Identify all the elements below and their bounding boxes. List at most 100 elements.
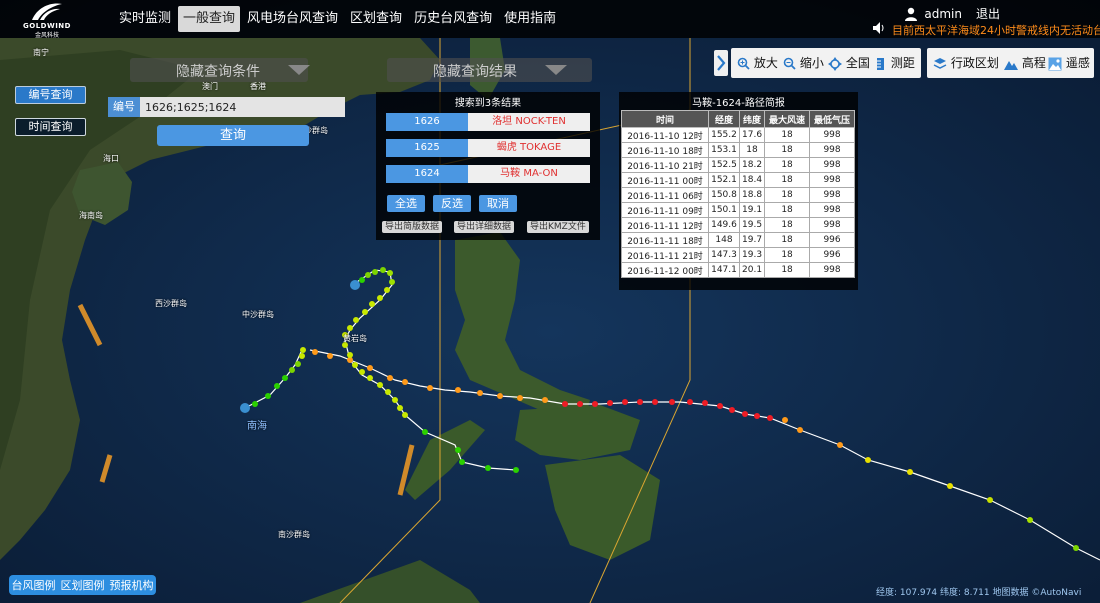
track-point[interactable] [622, 399, 628, 405]
track-point[interactable] [359, 369, 365, 375]
track-point[interactable] [295, 361, 301, 367]
track-point[interactable] [353, 317, 359, 323]
track-point[interactable] [252, 401, 258, 407]
result-item[interactable]: 1625 蝎虎 TOKAGE [386, 139, 590, 157]
full-extent-tool[interactable]: 全国 [828, 54, 870, 72]
cancel-select-button[interactable]: 取消 [479, 195, 517, 212]
track-point[interactable] [687, 399, 693, 405]
track-point[interactable] [669, 399, 675, 405]
track-point[interactable] [729, 407, 735, 413]
track-point[interactable] [384, 287, 390, 293]
track-point[interactable] [402, 412, 408, 418]
typhoon-legend-button[interactable]: 台风图例 [12, 577, 56, 593]
elevation-tool[interactable]: 高程 [1004, 54, 1046, 72]
track-point[interactable] [265, 393, 271, 399]
track-point[interactable] [542, 397, 548, 403]
track-point[interactable] [427, 385, 433, 391]
hide-results-toggle[interactable]: 隐藏查询结果 [387, 58, 592, 82]
track-point[interactable] [754, 413, 760, 419]
export-simple-button[interactable]: 导出简版数据 [382, 221, 443, 233]
track-point[interactable] [1027, 517, 1033, 523]
track-point[interactable] [300, 347, 306, 353]
invert-select-button[interactable]: 反选 [433, 195, 471, 212]
track-point[interactable] [1073, 545, 1079, 551]
track-point[interactable] [455, 387, 461, 393]
export-detail-button[interactable]: 导出详细数据 [454, 221, 515, 233]
track-point[interactable] [289, 367, 295, 373]
track-point[interactable] [513, 467, 519, 473]
track-point[interactable] [362, 309, 368, 315]
track-point[interactable] [369, 301, 375, 307]
track-point[interactable] [327, 353, 333, 359]
nav-realtime[interactable]: 实时监测 [114, 6, 176, 32]
track-point[interactable] [377, 382, 383, 388]
track-point[interactable] [387, 375, 393, 381]
measure-tool[interactable]: 测距 [875, 54, 915, 72]
track-point[interactable] [347, 352, 353, 358]
track-point[interactable] [352, 362, 358, 368]
track-point[interactable] [377, 295, 383, 301]
track-point[interactable] [742, 411, 748, 417]
track-point[interactable] [372, 269, 378, 275]
track-point[interactable] [947, 483, 953, 489]
track-point[interactable] [717, 403, 723, 409]
export-kmz-button[interactable]: 导出KMZ文件 [527, 221, 589, 233]
track-point[interactable] [397, 405, 403, 411]
hide-conditions-toggle[interactable]: 隐藏查询条件 [130, 58, 310, 82]
logout-link[interactable]: 退出 [976, 5, 1000, 22]
track-point[interactable] [299, 353, 305, 359]
track-point[interactable] [389, 279, 395, 285]
track-point[interactable] [837, 442, 843, 448]
track-point[interactable] [767, 415, 773, 421]
track-point[interactable] [637, 399, 643, 405]
track-point[interactable] [312, 349, 318, 355]
track-point[interactable] [455, 447, 461, 453]
track-point[interactable] [907, 469, 913, 475]
track-point[interactable] [562, 401, 568, 407]
time-query-button[interactable]: 时间查询 [15, 118, 86, 136]
agency-legend-button[interactable]: 预报机构 [110, 577, 154, 593]
track-point[interactable] [652, 399, 658, 405]
number-input[interactable] [140, 97, 345, 117]
track-point[interactable] [422, 429, 428, 435]
goldwind-logo[interactable]: GOLDWIND 金风科技 [18, 2, 76, 39]
track-point[interactable] [782, 417, 788, 423]
track-point[interactable] [402, 379, 408, 385]
track-point[interactable] [577, 401, 583, 407]
track-point[interactable] [365, 272, 371, 278]
track-point[interactable] [385, 389, 391, 395]
toolbar-collapse-button[interactable] [714, 50, 728, 76]
track-point[interactable] [865, 457, 871, 463]
track-point[interactable] [367, 375, 373, 381]
track-point[interactable] [359, 277, 365, 283]
result-item[interactable]: 1624 马鞍 MA-ON [386, 165, 590, 183]
track-point[interactable] [517, 395, 523, 401]
track-point[interactable] [387, 270, 393, 276]
track-point[interactable] [797, 427, 803, 433]
nav-windfarm-typhoon[interactable]: 风电场台风查询 [242, 6, 343, 32]
track-point[interactable] [459, 459, 465, 465]
query-button[interactable]: 查询 [157, 125, 309, 146]
track-point[interactable] [347, 325, 353, 331]
zoom-in-tool[interactable]: 放大 [737, 54, 778, 72]
nav-general-query[interactable]: 一般查询 [178, 6, 241, 32]
track-point[interactable] [282, 375, 288, 381]
nav-history-typhoon[interactable]: 历史台风查询 [409, 6, 497, 32]
track-point[interactable] [592, 401, 598, 407]
track-point[interactable] [607, 400, 613, 406]
track-point[interactable] [987, 497, 993, 503]
track-point[interactable] [274, 383, 280, 389]
track-point[interactable] [485, 465, 491, 471]
number-query-button[interactable]: 编号查询 [15, 86, 86, 104]
remote-sensing-tool[interactable]: 遥感 [1048, 54, 1090, 72]
track-point[interactable] [367, 365, 373, 371]
zoom-out-tool[interactable]: 缩小 [783, 54, 824, 72]
track-point[interactable] [497, 393, 503, 399]
nav-guide[interactable]: 使用指南 [499, 6, 561, 32]
track-point[interactable] [380, 267, 386, 273]
select-all-button[interactable]: 全选 [387, 195, 425, 212]
nav-zone-query[interactable]: 区划查询 [345, 6, 407, 32]
admin-zone-tool[interactable]: 行政区划 [933, 54, 999, 72]
track-point[interactable] [477, 390, 483, 396]
track-point[interactable] [702, 400, 708, 406]
